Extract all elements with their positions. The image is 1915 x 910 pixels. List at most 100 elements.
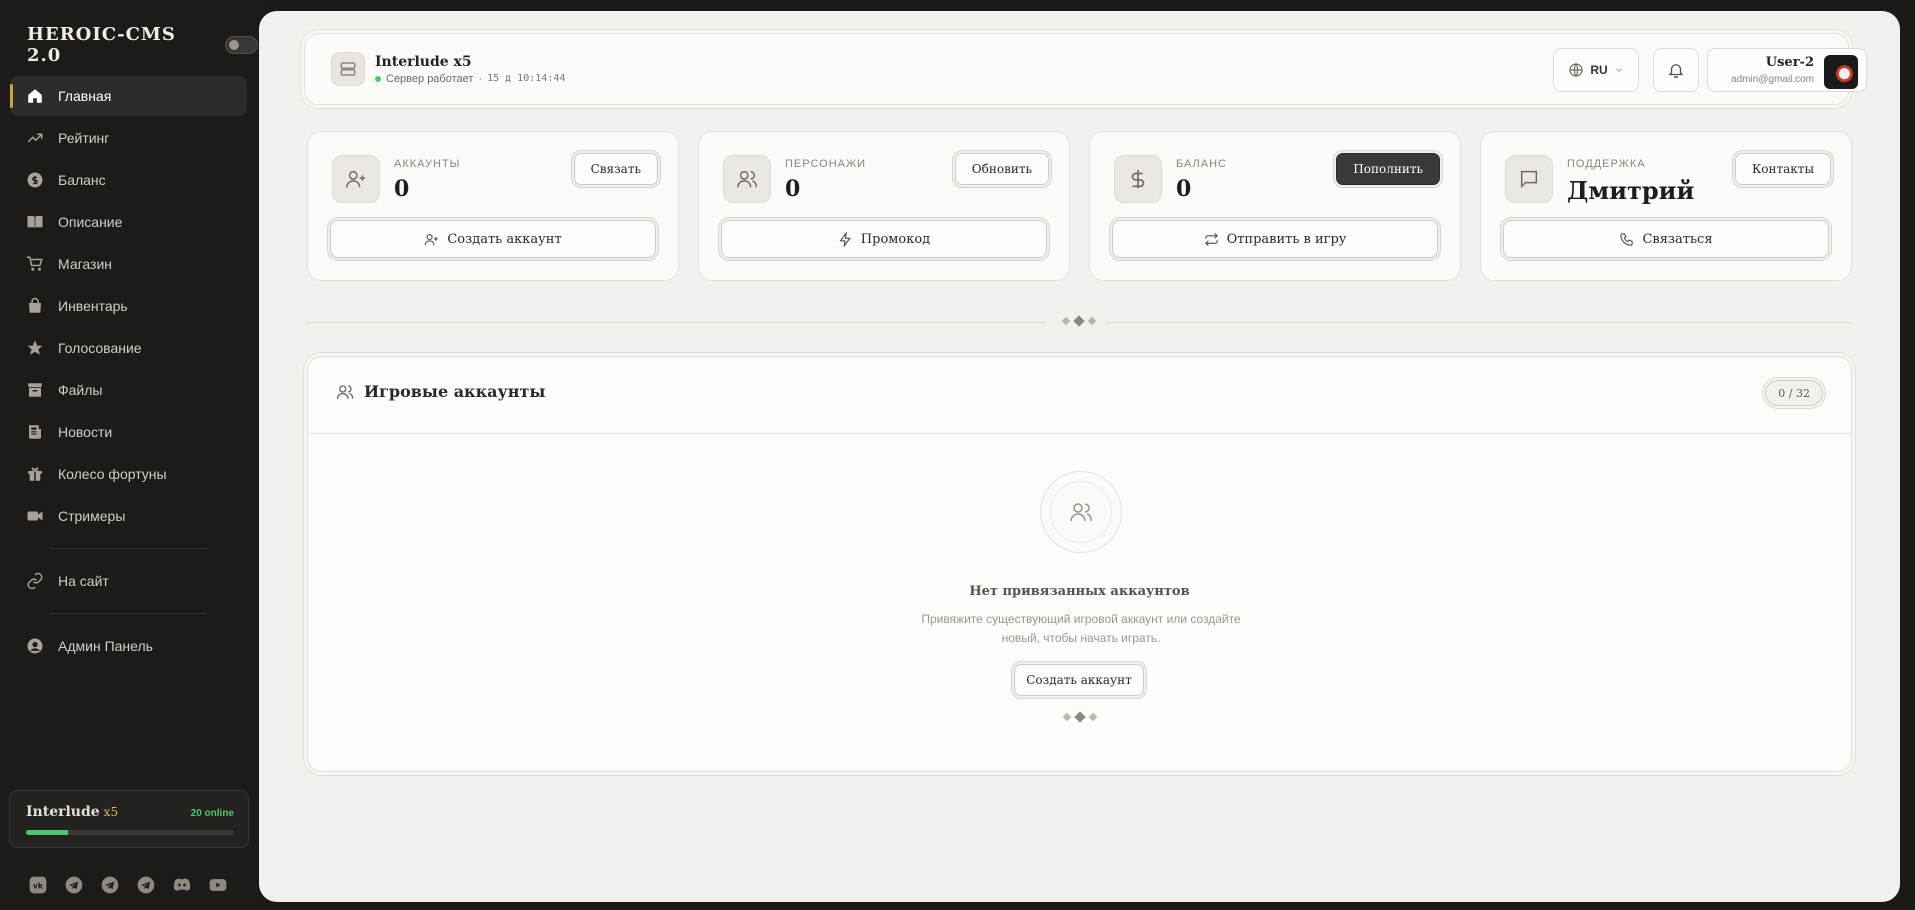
top-up-button[interactable]: Пополнить xyxy=(1336,153,1440,185)
stat-cards: АККАУНТЫ 0 Связать Создать аккаунт ПЕРСО… xyxy=(307,131,1852,281)
main-content: Interlude x5 Сервер работает · 15 д 10:1… xyxy=(259,11,1900,902)
sidebar-item-label: Баланс xyxy=(58,172,106,188)
cart-icon xyxy=(26,256,43,271)
sidebar-nav: Главная Рейтинг Баланс Описание Магазин … xyxy=(10,76,247,668)
button-label: Создать аккаунт xyxy=(447,231,562,247)
avatar xyxy=(1824,55,1858,89)
card-icon-box xyxy=(1114,155,1162,203)
theme-toggle[interactable] xyxy=(224,36,258,54)
newspaper-icon xyxy=(29,425,41,439)
ornament-gem xyxy=(1073,315,1085,327)
empty-state-text: Привяжите существующий игровой аккаунт и… xyxy=(921,612,1241,645)
sidebar-item-fortune-wheel[interactable]: Колесо фортуны xyxy=(10,454,247,494)
accounts-card: АККАУНТЫ 0 Связать Создать аккаунт xyxy=(307,131,679,281)
card-label: АККАУНТЫ xyxy=(394,158,461,170)
sidebar-item-label: На сайт xyxy=(58,573,109,589)
contacts-button[interactable]: Контакты xyxy=(1735,153,1831,185)
game-accounts-panel: Игровые аккаунты 0 / 32 Нет привязанных … xyxy=(307,356,1852,772)
sidebar-item-label: Магазин xyxy=(58,256,113,272)
server-status-text: Сервер работает xyxy=(386,72,474,85)
card-value: Дмитрий xyxy=(1567,176,1695,205)
link-account-button[interactable]: Связать xyxy=(573,153,658,185)
send-to-game-button[interactable]: Отправить в игру xyxy=(1112,220,1438,258)
users-icon xyxy=(336,384,354,399)
server-title: Interlude x5 xyxy=(375,53,472,70)
language-selector[interactable]: RU xyxy=(1553,48,1639,92)
ornament-gem xyxy=(1062,712,1072,722)
sidebar-item-label: Стримеры xyxy=(58,508,126,524)
balance-card: БАЛАНС 0 Пополнить Отправить в игру xyxy=(1089,131,1461,281)
card-label: БАЛАНС xyxy=(1176,158,1227,170)
sidebar-item-label: Главная xyxy=(58,88,112,104)
telegram-icon[interactable] xyxy=(100,875,120,895)
nav-divider xyxy=(50,613,207,614)
divider-line xyxy=(307,322,1047,323)
separator: · xyxy=(478,72,483,85)
server-name: Interlude xyxy=(26,804,100,820)
discord-icon[interactable] xyxy=(172,875,192,895)
sidebar-item-files[interactable]: Файлы xyxy=(10,370,247,410)
sidebar-item-description[interactable]: Описание xyxy=(10,202,247,242)
user-circle-icon xyxy=(27,638,43,654)
card-value: 0 xyxy=(394,176,410,202)
book-icon xyxy=(27,215,43,228)
sidebar-item-rating[interactable]: Рейтинг xyxy=(10,118,247,158)
panel-title-text: Игровые аккаунты xyxy=(364,382,546,401)
sidebar-item-inventory[interactable]: Инвентарь xyxy=(10,286,247,326)
user-email: admin@gmail.com xyxy=(1731,74,1814,85)
server-status-card[interactable]: Interlude x5 20 online xyxy=(9,790,249,848)
server-row: Interlude x5 20 online xyxy=(26,803,234,821)
online-count: 20 online xyxy=(190,808,234,819)
section-divider xyxy=(307,315,1852,327)
card-label: ПЕРСОНАЖИ xyxy=(785,158,867,170)
sidebar-item-shop[interactable]: Магазин xyxy=(10,244,247,284)
user-menu[interactable]: User-2 admin@gmail.com xyxy=(1707,48,1867,92)
sidebar: HEROIC-CMS 2.0 Главная Рейтинг Баланс Оп… xyxy=(0,0,258,910)
sidebar-item-site[interactable]: На сайт xyxy=(10,561,247,601)
server-label: Interlude x5 xyxy=(26,803,118,821)
notifications-button[interactable] xyxy=(1653,48,1699,92)
dollar-icon xyxy=(1131,169,1145,189)
online-progress-bar xyxy=(26,830,234,835)
server-rate: x5 xyxy=(103,805,119,819)
home-icon xyxy=(28,89,42,103)
gift-icon xyxy=(28,467,42,481)
create-account-button[interactable]: Создать аккаунт xyxy=(1014,664,1144,696)
sidebar-item-voting[interactable]: Голосование xyxy=(10,328,247,368)
panel-ornament xyxy=(1062,711,1098,723)
accounts-count-badge: 0 / 32 xyxy=(1765,380,1823,406)
telegram-icon[interactable] xyxy=(136,875,156,895)
promocode-button[interactable]: Промокод xyxy=(721,220,1047,258)
telegram-icon[interactable] xyxy=(64,875,84,895)
vk-icon[interactable]: vk xyxy=(28,875,48,895)
create-account-button[interactable]: Создать аккаунт xyxy=(330,220,656,258)
card-icon-box xyxy=(332,155,380,203)
sidebar-item-admin[interactable]: Админ Панель xyxy=(10,626,247,666)
server-icon xyxy=(340,62,356,76)
empty-state-title: Нет привязанных аккаунтов xyxy=(969,584,1190,599)
youtube-icon[interactable] xyxy=(208,875,228,895)
online-progress-fill xyxy=(26,830,68,835)
sidebar-item-news[interactable]: Новости xyxy=(10,412,247,452)
user-plus-icon xyxy=(346,170,366,188)
card-icon-box xyxy=(723,155,771,203)
button-label: Связаться xyxy=(1642,231,1713,247)
link-icon xyxy=(27,572,43,590)
refresh-button[interactable]: Обновить xyxy=(954,153,1049,185)
empty-state-icon xyxy=(1040,471,1122,553)
contact-button[interactable]: Связаться xyxy=(1503,220,1829,258)
button-label: Отправить в игру xyxy=(1226,231,1347,247)
sidebar-item-label: Новости xyxy=(58,424,113,440)
status-dot xyxy=(375,75,381,82)
users-icon xyxy=(737,170,758,188)
bell-icon xyxy=(1668,64,1684,79)
bag-icon xyxy=(29,297,41,313)
sidebar-item-streamers[interactable]: Стримеры xyxy=(10,496,247,536)
sidebar-item-label: Админ Панель xyxy=(58,638,153,654)
sidebar-item-home[interactable]: Главная xyxy=(10,76,247,116)
empty-state-icon-inner xyxy=(1050,481,1112,543)
divider-ornament xyxy=(1061,315,1097,327)
sidebar-item-balance[interactable]: Баланс xyxy=(10,160,247,200)
dollar-circle-icon xyxy=(27,172,43,188)
social-links: vk xyxy=(28,875,228,895)
